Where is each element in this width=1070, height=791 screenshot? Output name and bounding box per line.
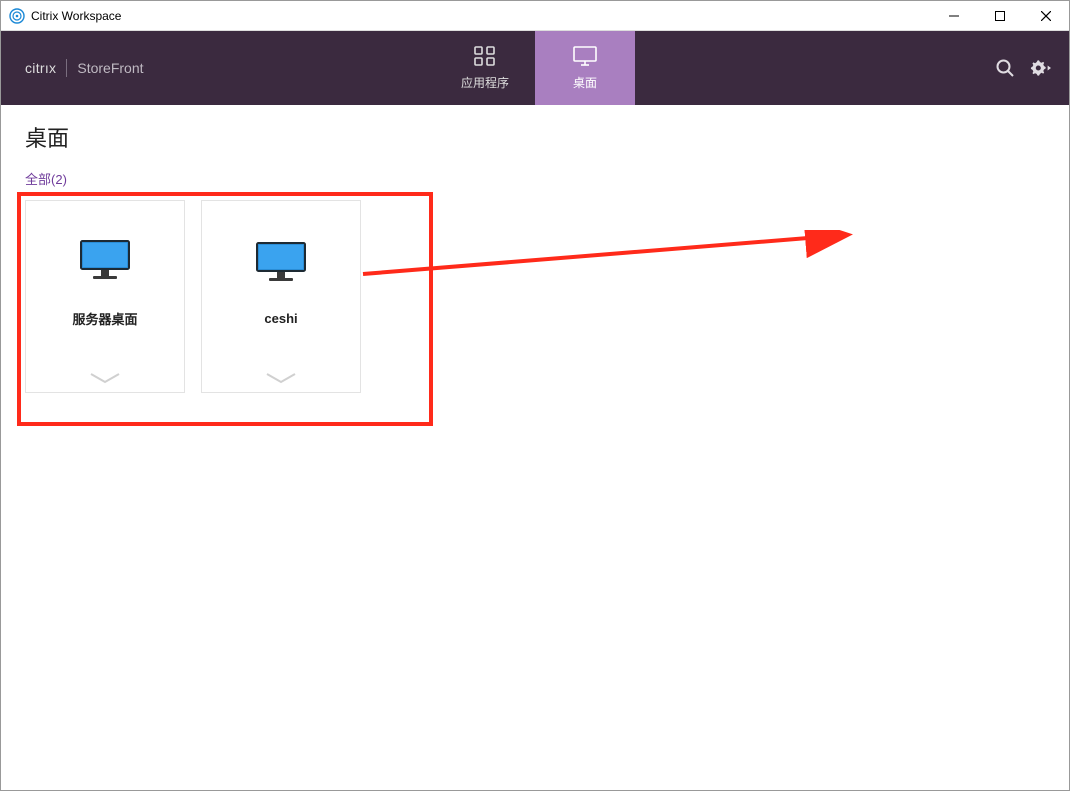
monitor-icon bbox=[79, 238, 131, 287]
tab-desktops-label: 桌面 bbox=[573, 74, 597, 91]
card-body: ceshi bbox=[202, 201, 360, 364]
window-titlebar: Citrix Workspace bbox=[1, 1, 1069, 31]
content-area: 桌面 全部(2) bbox=[1, 105, 1069, 409]
card-expand-button[interactable] bbox=[26, 364, 184, 392]
cards-region: 服务器桌面 bbox=[25, 200, 1045, 393]
monitor-icon bbox=[255, 240, 307, 289]
apps-icon bbox=[472, 45, 498, 70]
desktop-card-label: ceshi bbox=[264, 311, 297, 326]
maximize-button[interactable] bbox=[977, 1, 1023, 31]
header-right bbox=[995, 58, 1069, 78]
desktop-cards-row: 服务器桌面 bbox=[25, 200, 1045, 393]
minimize-button[interactable] bbox=[931, 1, 977, 31]
app-icon bbox=[9, 8, 25, 24]
window-title: Citrix Workspace bbox=[31, 9, 121, 23]
search-button[interactable] bbox=[995, 58, 1015, 78]
desktop-card[interactable]: 服务器桌面 bbox=[25, 200, 185, 393]
close-button[interactable] bbox=[1023, 1, 1069, 31]
app-header: citrıx StoreFront 应用程序 bbox=[1, 31, 1069, 105]
page-title: 桌面 bbox=[25, 121, 1045, 153]
filter-all[interactable]: 全部(2) bbox=[25, 169, 1045, 188]
desktop-card-label: 服务器桌面 bbox=[72, 309, 137, 328]
filter-all-label: 全部 bbox=[25, 172, 51, 187]
tab-desktops[interactable]: 桌面 bbox=[535, 31, 635, 105]
nav-tabs: 应用程序 桌面 bbox=[435, 31, 635, 105]
card-expand-button[interactable] bbox=[202, 364, 360, 392]
filter-count: 2 bbox=[55, 172, 62, 187]
window-controls bbox=[931, 1, 1069, 31]
chevron-down-icon bbox=[263, 372, 299, 384]
brand-divider bbox=[66, 59, 67, 77]
chevron-down-icon bbox=[87, 372, 123, 384]
filter-count-close: ) bbox=[63, 172, 67, 187]
card-body: 服务器桌面 bbox=[26, 201, 184, 364]
tab-apps[interactable]: 应用程序 bbox=[435, 31, 535, 105]
brand-storefront: StoreFront bbox=[77, 60, 143, 76]
settings-button[interactable] bbox=[1029, 59, 1051, 77]
brand-citrix: citrıx bbox=[25, 60, 56, 76]
desktop-card[interactable]: ceshi bbox=[201, 200, 361, 393]
brand-area: citrıx StoreFront bbox=[1, 59, 144, 77]
desktop-icon bbox=[572, 45, 598, 70]
tab-apps-label: 应用程序 bbox=[461, 74, 509, 91]
